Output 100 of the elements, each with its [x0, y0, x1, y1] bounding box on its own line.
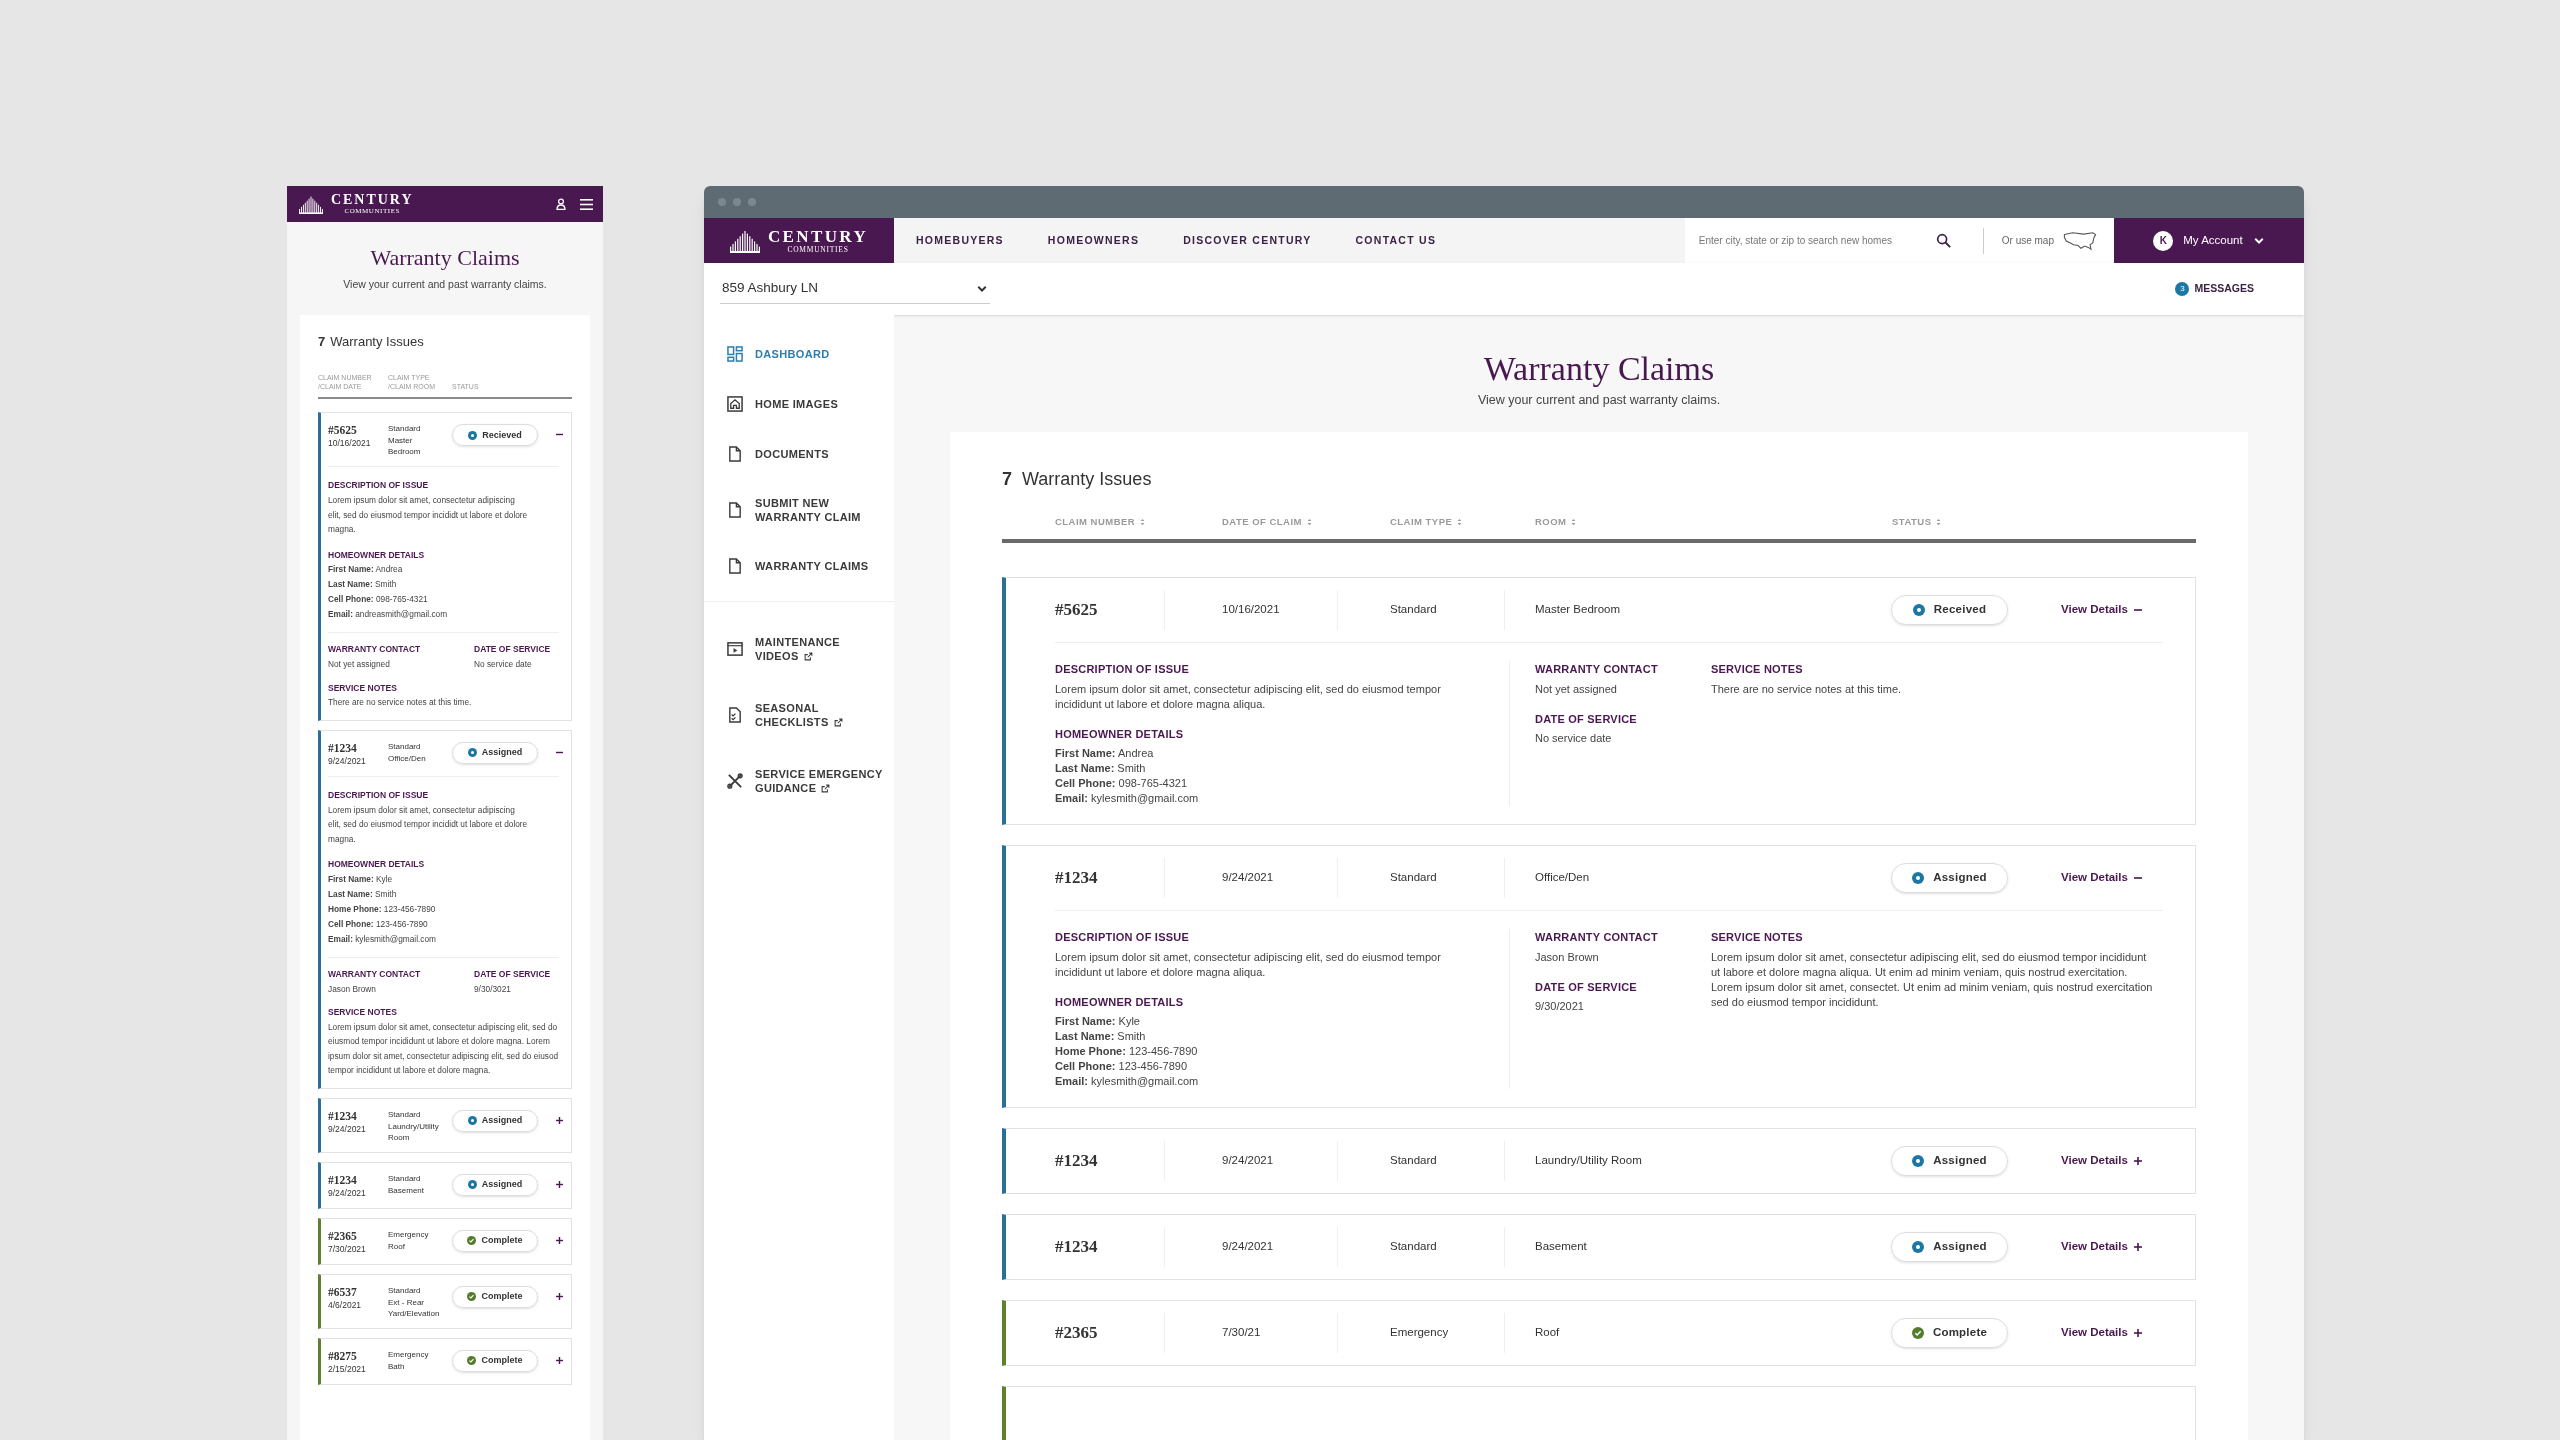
- document-icon: [727, 446, 743, 462]
- nav-link[interactable]: HOMEBUYERS: [916, 232, 1004, 249]
- brand-name: CENTURY: [767, 227, 869, 245]
- detail-text: 9/30/3021: [474, 982, 512, 996]
- person-icon[interactable]: [556, 198, 566, 210]
- detail-line: Home Phone: 123-456-7890: [328, 902, 437, 916]
- section-heading: DESCRIPTION OF ISSUE: [1055, 930, 1190, 945]
- expand-toggle[interactable]: [556, 1356, 563, 1364]
- claim-card[interactable]: #2365 7/30/2021 Emergency Roof Complete: [318, 1217, 572, 1265]
- issue-count: 7: [318, 332, 326, 351]
- claim-card[interactable]: [318, 412, 572, 721]
- nav-link[interactable]: CONTACT US: [1355, 232, 1437, 249]
- status-dot-icon: [467, 1180, 477, 1190]
- section-heading: SERVICE NOTES: [328, 681, 398, 695]
- claim-card[interactable]: #1234 9/24/2021 Standard Laundry/Utility Room Assigned: [318, 1097, 572, 1153]
- search-icon: [1935, 233, 1951, 248]
- claim-card[interactable]: #6537 4/6/2021 Standard Ext - Rear Yard/Elevation Complete: [318, 1273, 572, 1329]
- table-cell-text: Laundry/Utility Room: [388, 1120, 440, 1143]
- claim-number: #5625: [1055, 599, 1098, 622]
- detail-line: Last Name: Smith: [1055, 761, 1147, 776]
- plus-icon: [2133, 1243, 2142, 1251]
- table-cell-text: Standard: [388, 740, 422, 753]
- view-details-link[interactable]: View Details: [2061, 1238, 2142, 1256]
- notes-text: There are no service notes at this time.: [328, 696, 473, 710]
- table-cell-text: Standard: [1390, 1153, 1437, 1169]
- description-text: Lorem ipsum dolor sit amet, consectetur adipiscing elit, sed do eiusmod tempor incididunt ut labore et dolore magna aliqua.: [1055, 949, 1442, 980]
- table-cell-text: Ext - Rear Yard/Elevation: [388, 1296, 441, 1319]
- view-details-link[interactable]: View Details: [2061, 1152, 2142, 1170]
- detail-line: Email: kylesmith@gmail.com: [1055, 1074, 1200, 1089]
- plus-icon: [2133, 1157, 2142, 1165]
- claim-card[interactable]: [1002, 845, 2196, 1108]
- detail-line: Last Name: Smith: [328, 887, 398, 901]
- expand-toggle[interactable]: [556, 1292, 563, 1300]
- sidebar-item[interactable]: SUBMIT NEW WARRANTY CLAIM: [704, 479, 894, 541]
- section-heading: SERVICE NOTES: [328, 1006, 398, 1019]
- sidebar-item[interactable]: SEASONAL CHECKLISTS: [704, 682, 894, 748]
- table-cell-text: Standard: [1390, 602, 1437, 618]
- sort-icon: [1571, 517, 1577, 526]
- description-text: Lorem ipsum dolor sit amet, consectetur adipiscing elit, sed do eiusmod tempor incididt ut labore et dolore magna.: [328, 494, 528, 536]
- claim-card[interactable]: #1234 9/24/2021 Standard Laundry/Utility Room Assigned View Details: [1002, 1128, 2196, 1194]
- nav-link[interactable]: DISCOVER CENTURY: [1183, 232, 1312, 249]
- table-cell-text: Emergency: [388, 1348, 430, 1361]
- claim-card[interactable]: #8275 2/15/2021 Emergency Bath Complete: [318, 1337, 572, 1385]
- view-details-link[interactable]: View Details: [2061, 869, 2142, 887]
- messages-link[interactable]: MESSAGES: [2194, 281, 2254, 297]
- table-cell-text: Roof: [1535, 1325, 1560, 1341]
- table-cell-text: 2/15/2021: [328, 1362, 367, 1375]
- claim-card[interactable]: [1002, 577, 2196, 825]
- table-cell-text: Bath: [388, 1360, 406, 1372]
- sidebar-item[interactable]: WARRANTY CLAIMS: [704, 541, 894, 591]
- avatar: K: [2153, 230, 2174, 251]
- claim-number: #1234: [1055, 867, 1098, 890]
- account-menu[interactable]: K My Account: [2114, 218, 2304, 263]
- table-cell-text: 9/24/2021: [328, 754, 367, 767]
- sort-icon: [1457, 517, 1463, 526]
- claim-card[interactable]: #2365 7/30/21 Emergency Roof Complete View Details: [1002, 1300, 2196, 1366]
- menu-icon[interactable]: [580, 198, 593, 210]
- plus-icon: [556, 1180, 563, 1188]
- address-dropdown[interactable]: 859 Ashbury LN: [720, 274, 990, 304]
- description-text: Lorem ipsum dolor sit amet, consectetur adipiscing elit, sed do eiusmod tempor incididunt ut labore et dolore magna aliqua.: [1055, 681, 1442, 712]
- expand-toggle[interactable]: [556, 1236, 563, 1244]
- table-cell-text: Standard: [1390, 1239, 1437, 1255]
- table-cell-text: Emergency: [1390, 1325, 1449, 1341]
- sidebar-item[interactable]: SERVICE EMERGENCY GUIDANCE: [704, 748, 894, 814]
- claim-card[interactable]: #1234 9/24/2021 Standard Basement Assigned View Details: [1002, 1214, 2196, 1280]
- claim-card[interactable]: #1234 9/24/2021 Standard Basement Assigned: [318, 1161, 572, 1209]
- claim-number: #1234: [328, 1108, 358, 1123]
- notes-text: There are no service notes at this time.: [1711, 681, 1903, 697]
- view-details-link[interactable]: View Details: [2061, 1324, 2142, 1342]
- claim-card[interactable]: [318, 729, 572, 1089]
- check-circle-icon: [1911, 1327, 1924, 1339]
- window-dot-icon: [718, 198, 726, 206]
- brand-name: CENTURY: [331, 193, 414, 207]
- sidebar-item[interactable]: DOCUMENTS: [704, 429, 894, 479]
- search-bar[interactable]: Enter city, state or zip to search new homes: [1684, 218, 1965, 263]
- expand-toggle[interactable]: [556, 1180, 563, 1188]
- view-details-link[interactable]: View Details: [2061, 601, 2142, 619]
- nav-link[interactable]: HOMEOWNERS: [1047, 232, 1140, 249]
- claim-number: #1234: [1055, 1150, 1098, 1173]
- check-circle-icon: [467, 1236, 477, 1246]
- claim-number: #1234: [1055, 1236, 1098, 1259]
- table-cell-text: 10/16/2021: [1222, 602, 1280, 618]
- section-heading: HOMEOWNER DETAILS: [1055, 994, 1185, 1010]
- logo-icon: [729, 228, 760, 253]
- sidebar-item[interactable]: DASHBOARD: [704, 329, 894, 379]
- minus-icon: [2133, 874, 2142, 882]
- sidebar-item[interactable]: HOME IMAGES: [704, 379, 894, 429]
- status-dot-icon: [1912, 872, 1925, 884]
- expand-toggle[interactable]: [556, 1116, 563, 1124]
- detail-line: First Name: Andrea: [1055, 746, 1155, 761]
- tools-icon: [727, 773, 743, 789]
- claim-number: #1234: [328, 740, 358, 755]
- plus-icon: [556, 1292, 563, 1300]
- table-cell-text: Standard: [388, 1108, 422, 1121]
- detail-line: Cell Phone: 123-456-7890: [328, 917, 429, 931]
- claim-number: #5625: [328, 423, 358, 438]
- sidebar-item[interactable]: MAINTENANCE VIDEOS: [704, 616, 894, 682]
- detail-text: No service date: [474, 658, 533, 671]
- claim-number: #1234: [328, 1172, 358, 1187]
- external-link-icon: [833, 718, 843, 727]
